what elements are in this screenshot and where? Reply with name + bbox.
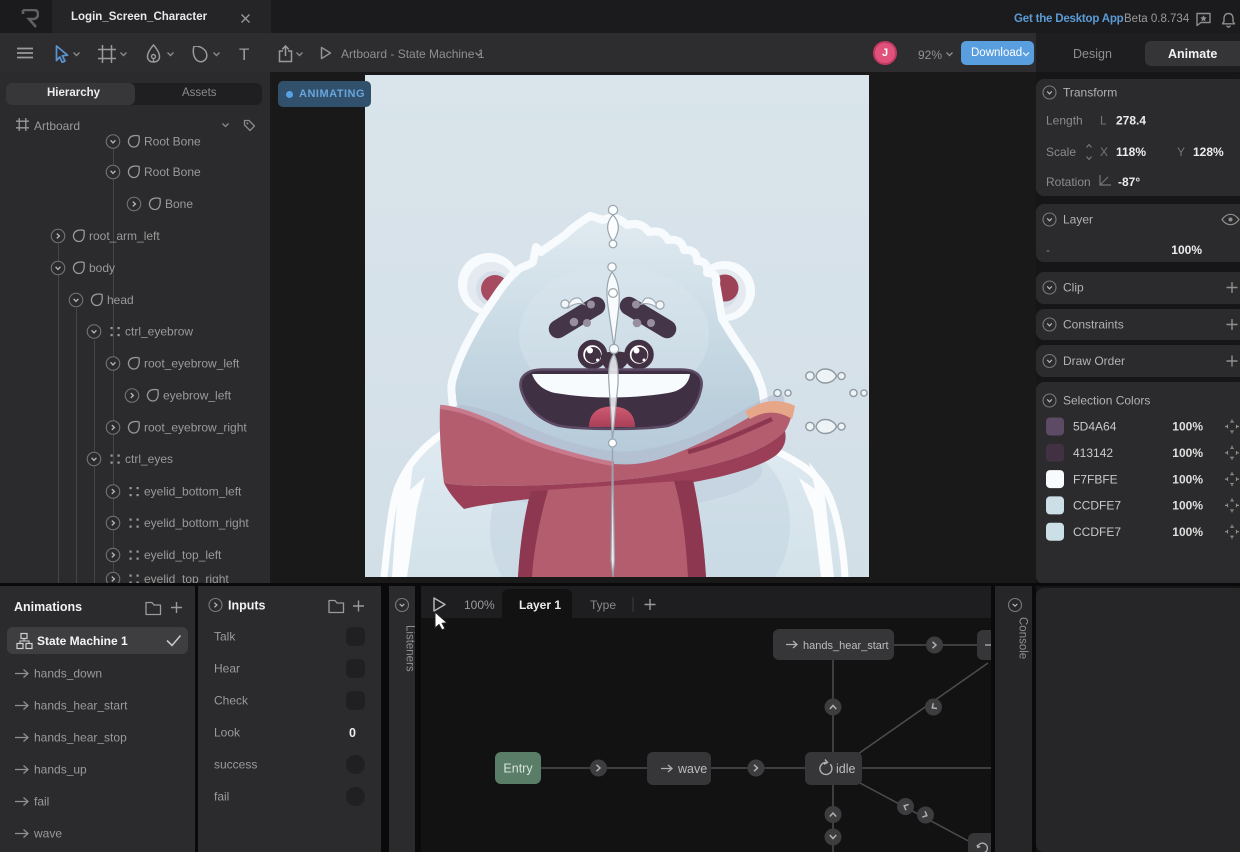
svg-text:fail: fail xyxy=(214,790,229,804)
svg-text:Entry: Entry xyxy=(503,762,533,776)
svg-text:eyelid_bottom_left: eyelid_bottom_left xyxy=(144,485,242,499)
svg-text:hands_hear_start: hands_hear_start xyxy=(34,699,128,713)
svg-text:Inputs: Inputs xyxy=(228,599,266,613)
svg-text:root_arm_left: root_arm_left xyxy=(89,229,160,243)
svg-text:X: X xyxy=(1100,145,1108,159)
svg-text:Console: Console xyxy=(1017,617,1029,659)
svg-text:Draw Order: Draw Order xyxy=(1063,354,1125,368)
svg-text:Hear: Hear xyxy=(214,662,240,676)
svg-text:F7FBFE: F7FBFE xyxy=(1073,472,1118,486)
svg-text:wave: wave xyxy=(677,762,707,776)
svg-text:hands_hear_stop: hands_hear_stop xyxy=(34,731,127,745)
svg-text:fail: fail xyxy=(34,795,49,809)
svg-text:wave: wave xyxy=(33,827,62,841)
svg-text:Scale: Scale xyxy=(1046,145,1076,159)
svg-text:Clip: Clip xyxy=(1063,281,1084,295)
svg-text:Y: Y xyxy=(1177,145,1185,159)
svg-text:Talk: Talk xyxy=(214,630,236,644)
svg-text:100%: 100% xyxy=(1172,472,1203,486)
svg-text:eyelid_bottom_right: eyelid_bottom_right xyxy=(144,516,249,530)
svg-text:State Machine 1: State Machine 1 xyxy=(37,634,128,648)
svg-text:Root Bone: Root Bone xyxy=(144,165,201,179)
svg-text:-: - xyxy=(1046,243,1050,257)
svg-text:413142: 413142 xyxy=(1073,446,1113,460)
svg-text:Transform: Transform xyxy=(1063,86,1117,100)
svg-text:100%: 100% xyxy=(1172,446,1203,460)
svg-text:Check: Check xyxy=(214,694,249,708)
svg-text:CCDFE7: CCDFE7 xyxy=(1073,525,1121,539)
svg-text:128%: 128% xyxy=(1193,145,1224,159)
svg-text:ctrl_eyebrow: ctrl_eyebrow xyxy=(125,325,193,339)
svg-text:head: head xyxy=(107,293,134,307)
svg-text:eyelid_top_left: eyelid_top_left xyxy=(144,548,222,562)
svg-text:hands_down: hands_down xyxy=(34,667,102,681)
svg-text:eyebrow_left: eyebrow_left xyxy=(163,389,232,403)
svg-text:-87°: -87° xyxy=(1118,175,1140,189)
svg-text:hands_up: hands_up xyxy=(34,763,87,777)
svg-text:eyelid_top_right: eyelid_top_right xyxy=(144,572,229,583)
svg-text:body: body xyxy=(89,261,115,275)
svg-text:Constraints: Constraints xyxy=(1063,318,1124,332)
svg-text:Rotation: Rotation xyxy=(1046,175,1091,189)
svg-text:Selection Colors: Selection Colors xyxy=(1063,394,1150,408)
svg-text:5D4A64: 5D4A64 xyxy=(1073,420,1117,434)
svg-text:Type: Type xyxy=(590,598,616,612)
svg-text:ctrl_eyes: ctrl_eyes xyxy=(125,452,173,466)
svg-text:278.4: 278.4 xyxy=(1116,114,1146,128)
svg-text:hands_hear_start: hands_hear_start xyxy=(803,640,889,652)
svg-text:Animations: Animations xyxy=(14,600,82,614)
svg-text:118%: 118% xyxy=(1116,145,1146,159)
svg-text:100%: 100% xyxy=(1171,243,1202,257)
svg-text:100%: 100% xyxy=(464,598,495,612)
svg-text:root_eyebrow_right: root_eyebrow_right xyxy=(144,421,247,435)
svg-text:Root Bone: Root Bone xyxy=(144,135,201,149)
svg-text:100%: 100% xyxy=(1172,420,1203,434)
svg-text:L: L xyxy=(1100,114,1107,128)
svg-text:Layer 1: Layer 1 xyxy=(519,598,561,612)
svg-text:Bone: Bone xyxy=(165,197,193,211)
svg-text:root_eyebrow_left: root_eyebrow_left xyxy=(144,357,240,371)
svg-text:idle: idle xyxy=(836,762,856,776)
svg-text:CCDFE7: CCDFE7 xyxy=(1073,499,1121,513)
svg-text:Look: Look xyxy=(214,726,241,740)
svg-text:0: 0 xyxy=(349,726,356,740)
svg-text:Listeners: Listeners xyxy=(404,625,416,672)
svg-text:Length: Length xyxy=(1046,114,1083,128)
svg-text:Layer: Layer xyxy=(1063,213,1093,227)
svg-text:100%: 100% xyxy=(1172,525,1203,539)
svg-text:success: success xyxy=(214,758,257,772)
svg-text:100%: 100% xyxy=(1172,499,1203,513)
